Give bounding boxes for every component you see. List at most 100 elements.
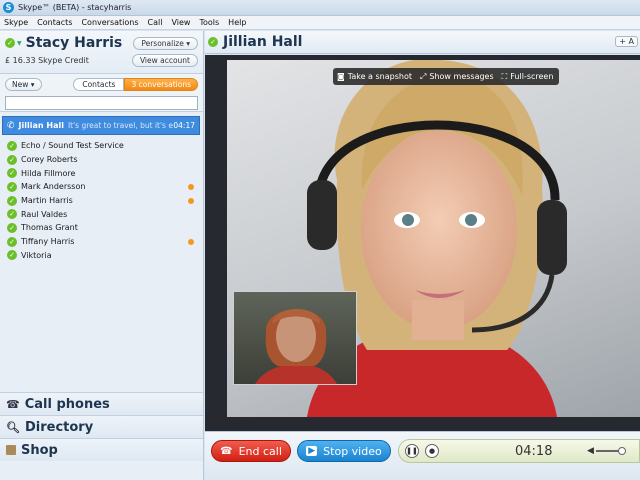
- contact-name: Mark Andersson: [21, 182, 86, 192]
- credit-row: £ 16.33 Skype Credit View account: [5, 54, 198, 67]
- unread-indicator-icon: [188, 197, 194, 204]
- microphone-button[interactable]: ●: [425, 444, 439, 458]
- new-button[interactable]: New ▾: [5, 78, 42, 91]
- profile-header: ✓ ▼ Stacy Harris Personalize ▾ £ 16.33 S…: [0, 31, 203, 74]
- call-phones-label: Call phones: [24, 396, 110, 412]
- active-conversation-item[interactable]: ✆ Jillian Hall It's great to travel, but…: [2, 116, 200, 135]
- online-status-icon: ✓: [7, 154, 17, 165]
- show-messages-label: Show messages: [429, 72, 494, 81]
- contact-item[interactable]: ✓ Raul Valdes: [0, 207, 203, 221]
- contact-name: Tiffany Harris: [21, 237, 75, 247]
- remote-video[interactable]: ◙ Take a snapshot ⤢ Show messages ⛶ Full-sc…: [227, 60, 640, 417]
- contact-name: Viktoria: [21, 250, 52, 260]
- online-status-icon: ✓: [7, 195, 17, 206]
- fullscreen-label: Full-screen: [510, 72, 554, 81]
- menu-contacts[interactable]: Contacts: [37, 18, 72, 27]
- online-status-icon: ✓: [7, 168, 17, 179]
- self-video-preview[interactable]: [233, 291, 357, 385]
- shopping-bag-icon: [6, 445, 16, 455]
- menu-help[interactable]: Help: [228, 18, 246, 27]
- profile-name-row: ✓ ▼ Stacy Harris Personalize ▾: [5, 35, 198, 51]
- contact-name: Raul Valdes: [21, 209, 68, 219]
- volume-control[interactable]: ◀: [587, 446, 626, 456]
- hold-button[interactable]: ❚❚: [405, 444, 419, 458]
- contacts-tabs-area: New ▾ Contacts 3 conversations: [0, 74, 203, 112]
- conversation-header: ✓ Jillian Hall + A: [205, 31, 640, 54]
- tabs-row: New ▾ Contacts 3 conversations: [5, 78, 198, 91]
- telephone-icon: ☎: [6, 397, 20, 411]
- contact-item[interactable]: ✓ Thomas Grant: [0, 221, 203, 235]
- volume-knob[interactable]: [617, 447, 626, 455]
- call-timer: 04:18: [515, 443, 553, 459]
- contact-list: ✓ Echo / Sound Test Service ✓ Corey Robert…: [0, 139, 203, 262]
- conversation-time: 04:17: [173, 121, 195, 130]
- contact-item[interactable]: ✓ Echo / Sound Test Service: [0, 139, 203, 153]
- status-dropdown-icon[interactable]: ▼: [17, 40, 22, 47]
- online-status-icon: ✓: [7, 236, 17, 247]
- end-call-label: End call: [238, 444, 282, 458]
- skype-credit: £ 16.33 Skype Credit: [5, 56, 89, 65]
- directory-label: Directory: [24, 419, 94, 435]
- add-people-button[interactable]: + A: [615, 36, 638, 47]
- online-status-icon: ✓: [7, 250, 17, 261]
- unread-indicator-icon: [188, 183, 194, 190]
- hang-up-icon: ☎: [220, 445, 233, 457]
- search-input[interactable]: [5, 96, 198, 110]
- menu-skype[interactable]: Skype: [4, 18, 28, 27]
- self-video-image: [255, 309, 337, 384]
- search-icon: 🔍︎: [6, 420, 20, 434]
- menu-view[interactable]: View: [171, 18, 190, 27]
- call-toolbar: ☎ End call ▶ Stop video ❚❚ ● 04:18 ◀: [205, 431, 640, 480]
- menu-bar: Skype Contacts Conversations Call View T…: [0, 16, 640, 30]
- call-in-progress-icon: ✆: [7, 120, 15, 131]
- window-title: Skype™ (BETA) - stacyharris: [18, 3, 132, 12]
- shop-label: Shop: [21, 442, 58, 458]
- online-status-icon: ✓: [7, 140, 17, 151]
- online-status-icon: ✓: [7, 181, 17, 192]
- end-call-button[interactable]: ☎ End call: [211, 440, 291, 462]
- stop-video-button[interactable]: ▶ Stop video: [297, 440, 391, 462]
- contact-item[interactable]: ✓ Viktoria: [0, 249, 203, 263]
- profile-name[interactable]: Stacy Harris: [26, 35, 123, 51]
- contact-item[interactable]: ✓ Hilda Fillmore: [0, 166, 203, 180]
- contact-name: Martin Harris: [21, 196, 73, 206]
- camera-icon: ◙: [337, 72, 345, 81]
- unread-indicator-icon: [188, 238, 194, 245]
- speaker-icon: ◀: [587, 446, 594, 456]
- show-messages-button[interactable]: ⤢ Show messages: [420, 72, 494, 82]
- shop-link[interactable]: Shop: [0, 438, 203, 461]
- view-account-button[interactable]: View account: [131, 54, 198, 67]
- skype-logo-icon: S: [3, 2, 14, 13]
- view-switcher: Contacts 3 conversations: [73, 78, 198, 91]
- menu-conversations[interactable]: Conversations: [81, 18, 138, 27]
- call-phones-link[interactable]: ☎ Call phones: [0, 392, 203, 415]
- fullscreen-button[interactable]: ⛶ Full-screen: [502, 72, 554, 82]
- expand-icon: ⤢: [419, 71, 427, 81]
- video-camera-icon: ▶: [306, 446, 318, 456]
- online-status-icon[interactable]: ✓: [5, 38, 15, 48]
- fullscreen-icon: ⛶: [501, 71, 508, 81]
- video-overlay-toolbar: ◙ Take a snapshot ⤢ Show messages ⛶ Full-sc…: [333, 68, 560, 85]
- contact-name: Corey Roberts: [21, 155, 78, 165]
- video-area: ◙ Take a snapshot ⤢ Show messages ⛶ Full-sc…: [205, 55, 640, 431]
- window-title-bar: S Skype™ (BETA) - stacyharris: [0, 0, 640, 16]
- tab-conversations[interactable]: 3 conversations: [124, 78, 198, 91]
- tab-contacts[interactable]: Contacts: [73, 78, 125, 91]
- menu-tools[interactable]: Tools: [199, 18, 219, 27]
- bottom-links: ☎ Call phones 🔍︎ Directory Shop: [0, 392, 203, 461]
- directory-link[interactable]: 🔍︎ Directory: [0, 415, 203, 438]
- menu-call[interactable]: Call: [148, 18, 163, 27]
- contact-item[interactable]: ✓ Tiffany Harris: [0, 235, 203, 249]
- take-snapshot-label: Take a snapshot: [347, 72, 412, 81]
- contact-name: Thomas Grant: [21, 223, 78, 233]
- conversation-title: Jillian Hall: [223, 34, 303, 50]
- conversation-name: Jillian Hall: [18, 121, 64, 130]
- personalize-button[interactable]: Personalize ▾: [133, 36, 198, 50]
- contact-name: Hilda Fillmore: [21, 168, 76, 178]
- volume-slider[interactable]: [595, 447, 626, 455]
- contact-item[interactable]: ✓ Mark Andersson: [0, 180, 203, 194]
- take-snapshot-button[interactable]: ◙ Take a snapshot: [337, 72, 412, 81]
- contact-name: Echo / Sound Test Service: [21, 141, 124, 151]
- contact-item[interactable]: ✓ Martin Harris: [0, 194, 203, 208]
- contact-item[interactable]: ✓ Corey Roberts: [0, 153, 203, 167]
